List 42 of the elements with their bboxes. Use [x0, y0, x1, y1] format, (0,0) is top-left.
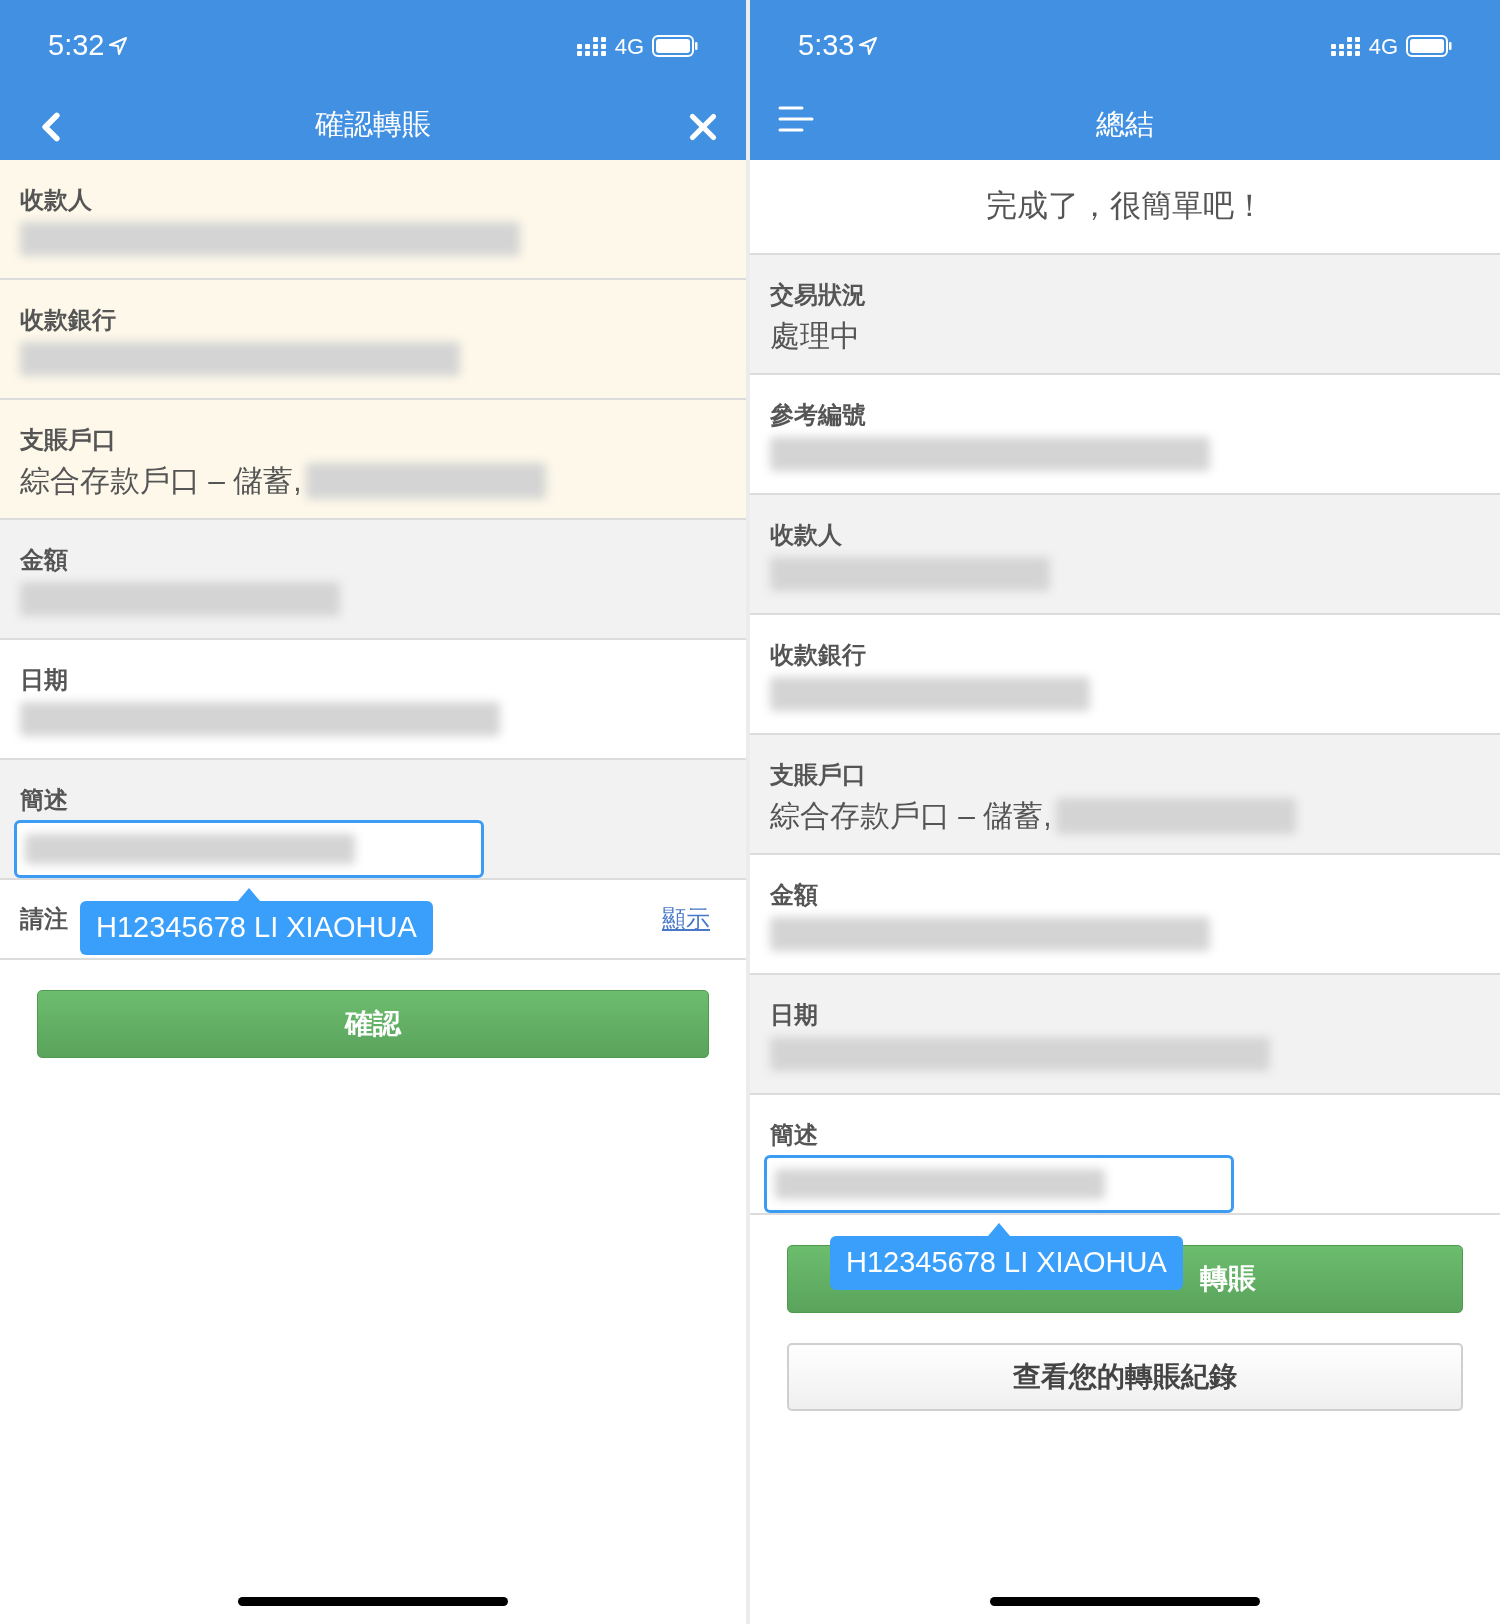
menu-icon [778, 104, 814, 134]
description-field[interactable] [764, 1155, 1234, 1213]
signal-icon [1330, 35, 1361, 57]
field-label: 金額 [20, 545, 69, 575]
field-label: 參考編號 [770, 400, 867, 430]
battery-icon [1406, 35, 1452, 57]
notice-text: 請注 [20, 904, 68, 934]
field-label: 交易狀況 [770, 280, 867, 310]
tooltip-pointer-icon [988, 1223, 1010, 1236]
network-label: 4G [1368, 32, 1398, 61]
signal-icon [576, 35, 607, 57]
tooltip-pointer-icon [238, 888, 260, 901]
tooltip: H12345678 LI XIAOHUA [80, 901, 433, 955]
show-link[interactable]: 顯示 [662, 901, 710, 937]
field-label: 收款銀行 [20, 305, 117, 335]
field-label: 支賬戶口 [770, 760, 867, 790]
field-label: 收款銀行 [770, 640, 867, 670]
history-button[interactable]: 查看您的轉賬紀錄 [787, 1343, 1463, 1411]
status-time: 5:33 [798, 28, 855, 64]
location-arrow-icon [858, 36, 879, 56]
field-value: 綜合存款戶口 – 儲蓄, [770, 798, 1052, 834]
field-label: 收款人 [20, 185, 93, 215]
battery-icon [652, 35, 698, 57]
field-value: 處理中 [770, 318, 861, 354]
field-label: 收款人 [770, 520, 843, 550]
menu-button[interactable] [778, 104, 814, 134]
field-label: 支賬戶口 [20, 425, 117, 455]
network-label: 4G [614, 32, 644, 61]
status-time: 5:32 [48, 28, 105, 64]
screen-title: 總結 [1096, 107, 1154, 143]
completion-message: 完成了，很簡單吧！ [985, 187, 1265, 226]
field-label: 日期 [20, 665, 69, 695]
location-arrow-icon [108, 36, 129, 56]
tooltip: H12345678 LI XIAOHUA [830, 1236, 1183, 1290]
field-value: 綜合存款戶口 – 儲蓄, [20, 463, 302, 499]
screen-title: 確認轉賬 [315, 107, 431, 143]
field-label: 日期 [770, 1000, 819, 1030]
field-label: 簡述 [20, 785, 69, 815]
primary-button[interactable]: 確認 [37, 990, 709, 1058]
field-label: 金額 [770, 880, 819, 910]
description-field[interactable] [14, 820, 484, 878]
field-label: 簡述 [770, 1120, 819, 1150]
